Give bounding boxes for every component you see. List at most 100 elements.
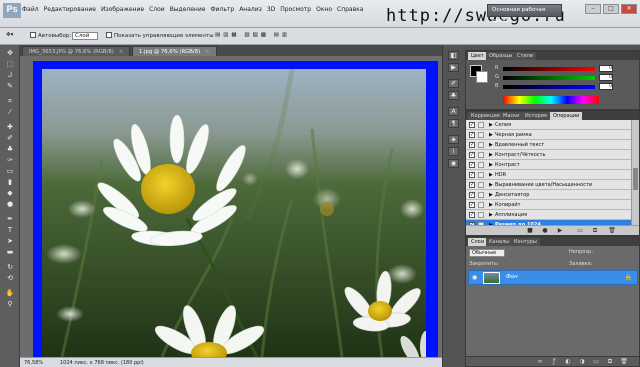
pen-tool-icon[interactable]: ✒	[4, 215, 16, 224]
healing-tool-icon[interactable]: ✚	[4, 123, 16, 132]
move-tool-icon[interactable]: ✥▾	[6, 32, 13, 38]
layer-name[interactable]: Фон	[506, 274, 518, 280]
close-tab-icon[interactable]: ×	[205, 49, 209, 55]
expand-triangle-icon[interactable]: ▶	[489, 172, 493, 178]
blue-slider[interactable]: B 0	[495, 83, 633, 90]
action-dialog-toggle[interactable]	[478, 202, 484, 208]
tab-history[interactable]: История	[522, 112, 550, 120]
tab-channels[interactable]: Каналы	[486, 238, 513, 246]
menu-3d[interactable]: 3D	[267, 6, 275, 13]
menu-filter[interactable]: Фильтр	[210, 6, 234, 13]
menu-layers[interactable]: Слои	[149, 6, 165, 13]
marquee-tool-icon[interactable]: ⬚	[4, 60, 16, 69]
3d-camera-tool-icon[interactable]: ⟲	[4, 274, 16, 283]
action-dialog-toggle[interactable]	[478, 122, 484, 128]
lasso-tool-icon[interactable]: ᒍ	[4, 71, 16, 80]
blue-value[interactable]: 0	[599, 83, 613, 90]
action-enabled-checkbox[interactable]: ✓	[469, 162, 475, 168]
action-dialog-toggle[interactable]	[478, 212, 484, 218]
expand-triangle-icon[interactable]: ▶	[489, 122, 493, 128]
align-icons[interactable]: ▤▥▦ ▧▨▩ ▤▥	[215, 32, 290, 38]
clone-stamp-tool-icon[interactable]: ♣	[4, 145, 16, 154]
autoselect-checkbox[interactable]	[30, 32, 36, 38]
fx-icon[interactable]: ƒ	[550, 358, 558, 365]
blend-mode-dropdown[interactable]: Обычные	[469, 249, 506, 257]
layer-row-background[interactable]: ◉ Фон 🔒	[468, 270, 638, 285]
action-enabled-checkbox[interactable]: ✓	[469, 122, 475, 128]
action-item[interactable]: ✓ ▶ Аппликация	[466, 210, 631, 220]
menu-file[interactable]: Файл	[22, 6, 39, 13]
actions-panel-icon[interactable]: ▶	[448, 63, 459, 72]
action-dialog-toggle[interactable]	[478, 132, 484, 138]
action-enabled-checkbox[interactable]: ✓	[469, 202, 475, 208]
red-slider[interactable]: R 0	[495, 65, 633, 72]
tab-paths[interactable]: Контуры	[511, 238, 540, 246]
action-item[interactable]: ✓ ▶ Вдавленный текст	[466, 140, 631, 150]
info-panel-icon[interactable]: i	[448, 147, 459, 156]
action-enabled-checkbox[interactable]: ✓	[469, 132, 475, 138]
show-controls-checkbox[interactable]	[106, 32, 112, 38]
expand-triangle-icon[interactable]: ▶	[489, 162, 493, 168]
adjustment-icon[interactable]: ◑	[578, 358, 586, 365]
quick-select-tool-icon[interactable]: ✎	[4, 82, 16, 91]
expand-triangle-icon[interactable]: ▶	[489, 132, 493, 138]
action-enabled-checkbox[interactable]: ✓	[469, 142, 475, 148]
action-item[interactable]: ✓ ▶ HDR	[466, 170, 631, 180]
menu-select[interactable]: Выделение	[170, 6, 206, 13]
action-item[interactable]: ✓ ▶ Денситаятор	[466, 190, 631, 200]
record-icon[interactable]: ●	[541, 227, 549, 234]
action-enabled-checkbox[interactable]: ✓	[469, 172, 475, 178]
red-value[interactable]: 0	[599, 65, 613, 72]
menu-window[interactable]: Окно	[316, 6, 332, 13]
expand-triangle-icon[interactable]: ▶	[489, 212, 493, 218]
green-slider[interactable]: G 0	[495, 74, 633, 81]
action-item[interactable]: ✓ ▶ Черная рамка	[466, 130, 631, 140]
tab-masks[interactable]: Маски	[500, 112, 523, 120]
tab-adjustments[interactable]: Коррекция	[468, 112, 503, 120]
green-value[interactable]: 0	[599, 74, 613, 81]
3d-panel-icon[interactable]: ◈	[448, 135, 459, 144]
play-icon[interactable]: ▶	[556, 227, 564, 234]
tab-styles[interactable]: Стили	[514, 52, 537, 60]
canvas-area[interactable]	[20, 56, 442, 357]
action-dialog-toggle[interactable]	[478, 192, 484, 198]
new-layer-icon[interactable]: ⧉	[606, 358, 614, 365]
action-item[interactable]: ✓ ▶ Сепия	[466, 120, 631, 130]
expand-triangle-icon[interactable]: ▶	[489, 202, 493, 208]
brush-tool-icon[interactable]: ✐	[4, 134, 16, 143]
tab-img-3653[interactable]: IMG_3653.JPG @ 76,6% (RGB/8) ×	[22, 46, 131, 56]
action-dialog-toggle[interactable]	[478, 162, 484, 168]
tab-swatches[interactable]: Образцы	[486, 52, 516, 60]
close-tab-icon[interactable]: ×	[119, 49, 123, 55]
history-panel-icon[interactable]: ◧	[448, 51, 459, 60]
blur-tool-icon[interactable]: ◆	[4, 189, 16, 198]
tab-layers[interactable]: Слои	[468, 238, 487, 246]
menu-view[interactable]: Просмотр	[280, 6, 311, 13]
move-tool-icon[interactable]: ✥	[4, 49, 16, 58]
zoom-level[interactable]: 76,58%	[24, 358, 43, 367]
zoom-tool-icon[interactable]: ⚲	[4, 300, 16, 309]
action-item[interactable]: ✓ ▶ Выравнивание цвета/Насыщенности	[466, 180, 631, 190]
path-select-tool-icon[interactable]: ➤	[4, 237, 16, 246]
delete-icon[interactable]: 🗑	[608, 227, 616, 234]
navigator-panel-icon[interactable]: ◉	[448, 159, 459, 168]
show-controls-option[interactable]: Показать управляющие элементы	[106, 32, 214, 39]
delete-layer-icon[interactable]: 🗑	[620, 358, 628, 365]
link-icon[interactable]: ∞	[536, 358, 544, 365]
action-dialog-toggle[interactable]	[478, 142, 484, 148]
action-dialog-toggle[interactable]	[478, 152, 484, 158]
clone-source-panel-icon[interactable]: ♣	[448, 91, 459, 100]
maximize-button[interactable]: □	[603, 4, 619, 14]
dodge-tool-icon[interactable]: ●	[4, 200, 16, 209]
workspace-switcher[interactable]: Основная рабочая среда	[487, 4, 562, 24]
action-item[interactable]: ✓ ▶ Контраст	[466, 160, 631, 170]
action-enabled-checkbox[interactable]: ✓	[469, 212, 475, 218]
action-item[interactable]: ✓ ▶ Копирайт	[466, 200, 631, 210]
action-item[interactable]: ✓ ▶ Контраст/Чёткость	[466, 150, 631, 160]
3d-rotate-tool-icon[interactable]: ↻	[4, 263, 16, 272]
action-enabled-checkbox[interactable]: ✓	[469, 182, 475, 188]
background-color-swatch[interactable]	[476, 71, 488, 83]
action-enabled-checkbox[interactable]: ✓	[469, 192, 475, 198]
visibility-eye-icon[interactable]: ◉	[472, 274, 477, 281]
expand-triangle-icon[interactable]: ▶	[489, 182, 493, 188]
